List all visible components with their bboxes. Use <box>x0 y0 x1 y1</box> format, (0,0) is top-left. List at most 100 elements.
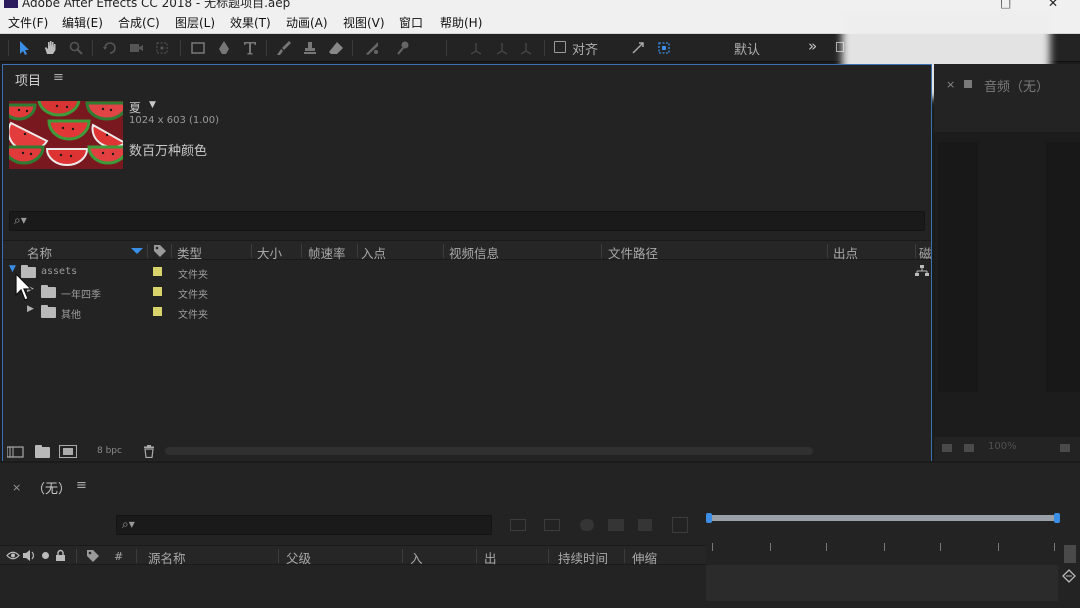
footage-dropdown-icon[interactable]: ▼ <box>149 100 156 110</box>
column-in[interactable]: 入 <box>410 548 423 567</box>
label-color-swatch[interactable] <box>153 307 162 316</box>
timeline-scrollbar-thumb[interactable] <box>1064 545 1076 563</box>
roto-brush-tool-icon[interactable] <box>362 39 382 57</box>
hand-tool-icon[interactable] <box>40 39 60 57</box>
lock-icon[interactable] <box>55 549 66 562</box>
menu-layer[interactable]: 图层(L) <box>175 14 215 31</box>
snap-features-icon[interactable] <box>654 39 674 57</box>
zoom-in-timeline-icon[interactable] <box>1062 569 1076 583</box>
column-type[interactable]: 类型 <box>177 243 202 262</box>
column-size[interactable]: 大小 <box>257 243 282 262</box>
clone-stamp-tool-icon[interactable] <box>300 39 320 57</box>
maximize-icon[interactable]: □ <box>1000 0 1011 10</box>
project-panel-menu-icon[interactable]: ≡ <box>53 70 64 85</box>
new-folder-icon[interactable] <box>35 445 50 458</box>
column-file-path[interactable]: 文件路径 <box>608 243 658 262</box>
work-area-bar[interactable] <box>708 515 1060 521</box>
shy-layers-icon[interactable] <box>580 519 594 531</box>
project-row-assets[interactable]: ▼ assets 文件夹 <box>3 261 931 281</box>
project-search-input[interactable]: ⌕▾ <box>9 211 925 231</box>
column-layer-number[interactable]: # <box>114 550 123 563</box>
rectangle-tool-icon[interactable] <box>188 39 208 57</box>
rotation-tool-icon[interactable] <box>100 39 120 57</box>
viewer-icon[interactable] <box>964 444 974 452</box>
work-area-end-handle[interactable] <box>1054 513 1060 523</box>
trash-icon[interactable] <box>143 445 155 458</box>
frame-blending-icon[interactable] <box>608 519 624 531</box>
workspace-default[interactable]: 默认 <box>734 39 760 58</box>
menu-help[interactable]: 帮助(H) <box>440 14 482 31</box>
menu-window[interactable]: 窗口 <box>399 14 423 31</box>
project-row-seasons[interactable]: ▶ 一年四季 文件夹 <box>3 281 931 301</box>
pan-behind-tool-icon[interactable] <box>152 39 172 57</box>
audio-panel-close-icon[interactable]: × <box>946 78 955 91</box>
solo-icon[interactable] <box>42 552 49 559</box>
timeline-column-header: # 源名称 父级 入 出 持续时间 伸缩 <box>0 545 706 567</box>
column-source-name[interactable]: 源名称 <box>148 548 186 567</box>
column-parent[interactable]: 父级 <box>286 548 311 567</box>
footage-name: 夏 <box>129 101 142 115</box>
column-stretch[interactable]: 伸缩 <box>632 548 657 567</box>
column-in-point[interactable]: 入点 <box>361 243 386 262</box>
timeline-close-icon[interactable]: × <box>12 481 21 494</box>
world-axis-icon[interactable] <box>492 39 512 57</box>
menu-effect[interactable]: 效果(T) <box>230 14 271 31</box>
label-tag-icon[interactable] <box>86 549 100 563</box>
more-workspaces-icon[interactable]: » <box>808 37 817 55</box>
menu-edit[interactable]: 编辑(E) <box>62 14 103 31</box>
pen-tool-icon[interactable] <box>214 39 234 57</box>
work-area-start-handle[interactable] <box>706 513 712 523</box>
zoom-level[interactable]: 100% <box>988 441 1017 452</box>
label-tag-icon[interactable] <box>153 244 167 258</box>
viewer-icon[interactable] <box>942 444 952 452</box>
eraser-tool-icon[interactable] <box>326 39 346 57</box>
snap-edges-icon[interactable] <box>628 39 648 57</box>
project-row-other[interactable]: ▶ 其他 文件夹 <box>3 301 931 321</box>
column-out[interactable]: 出 <box>484 548 497 567</box>
brush-tool-icon[interactable] <box>274 39 294 57</box>
label-color-swatch[interactable] <box>153 287 162 296</box>
menu-composition[interactable]: 合成(C) <box>118 14 160 31</box>
column-video-info[interactable]: 视频信息 <box>449 243 499 262</box>
column-frame-rate[interactable]: 帧速率 <box>308 243 346 262</box>
draft-3d-icon[interactable] <box>544 519 560 531</box>
sort-descending-icon[interactable] <box>131 248 143 254</box>
column-duration[interactable]: 持续时间 <box>558 548 608 567</box>
zoom-tool-icon[interactable] <box>66 39 86 57</box>
time-ruler[interactable] <box>708 539 1068 553</box>
menu-animation[interactable]: 动画(A) <box>286 14 328 31</box>
composition-mini-flowchart-icon[interactable] <box>510 519 526 531</box>
menu-file[interactable]: 文件(F) <box>8 14 48 31</box>
puppet-pin-tool-icon[interactable] <box>394 39 414 57</box>
label-color-swatch[interactable] <box>153 267 162 276</box>
view-axis-icon[interactable] <box>516 39 536 57</box>
video-visibility-icon[interactable] <box>6 550 20 561</box>
text-tool-icon[interactable] <box>240 39 260 57</box>
camera-tool-icon[interactable] <box>126 39 146 57</box>
selection-tool-icon[interactable] <box>14 39 34 57</box>
horizontal-scrollbar[interactable] <box>165 447 813 455</box>
audio-panel-title[interactable]: 音频（无） <box>984 76 1049 95</box>
expand-folder-icon[interactable]: ▶ <box>27 304 34 314</box>
timeline-tab[interactable]: （无） <box>32 478 71 497</box>
interpret-footage-icon[interactable] <box>7 445 25 458</box>
snap-checkbox[interactable] <box>554 41 566 53</box>
audio-panel-lock-icon[interactable] <box>964 80 972 88</box>
project-tab[interactable]: 项目 <box>15 70 41 89</box>
timeline-track-area[interactable] <box>706 565 1058 601</box>
close-window-icon[interactable]: ✕ <box>1048 0 1058 10</box>
column-name[interactable]: 名称 <box>27 243 52 262</box>
graph-editor-icon[interactable] <box>672 517 688 533</box>
new-composition-icon[interactable] <box>59 445 77 458</box>
bit-depth-button[interactable]: 8 bpc <box>97 446 122 456</box>
flowchart-icon[interactable] <box>915 265 929 277</box>
column-magnetic[interactable]: 磁 <box>919 243 931 262</box>
timeline-search-input[interactable]: ⌕▾ <box>116 515 492 535</box>
audio-speaker-icon[interactable] <box>22 549 36 562</box>
viewer-icon[interactable] <box>1060 444 1070 452</box>
timeline-menu-icon[interactable]: ≡ <box>76 478 87 493</box>
motion-blur-icon[interactable] <box>638 519 652 531</box>
column-out-point[interactable]: 出点 <box>833 243 858 262</box>
menu-view[interactable]: 视图(V) <box>343 14 385 31</box>
local-axis-icon[interactable] <box>466 39 486 57</box>
